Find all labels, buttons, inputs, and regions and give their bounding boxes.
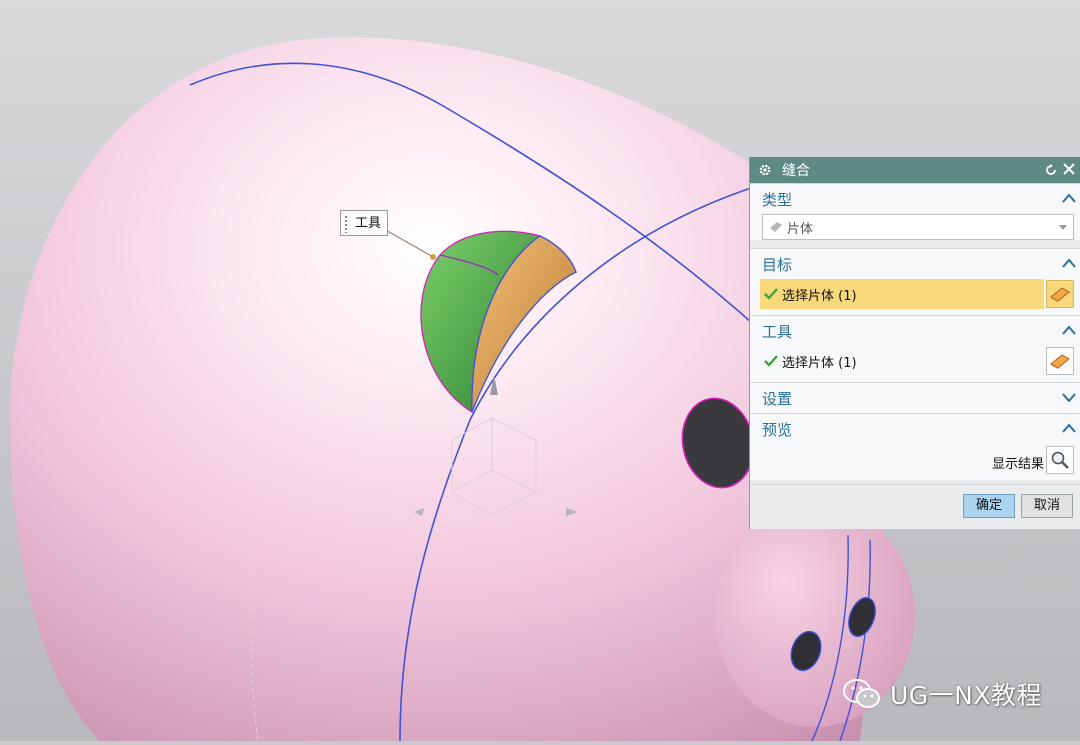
tool-select-label: 选择片体 (1) [782, 355, 857, 371]
target-select-label: 选择片体 (1) [782, 288, 857, 304]
reset-icon[interactable] [1044, 163, 1058, 177]
tool-select-button[interactable] [1046, 347, 1074, 375]
section-type: 类型 片体 [750, 183, 1080, 240]
tool-callout-text: 工具 [355, 216, 382, 231]
chevron-up-icon[interactable] [1062, 193, 1076, 203]
check-icon [764, 355, 778, 367]
grip-icon [344, 215, 348, 233]
wechat-icon [843, 679, 880, 708]
select-sheet-icon [1050, 287, 1070, 302]
section-settings-label: 设置 [762, 389, 793, 408]
sheet-body-icon [770, 222, 782, 232]
watermark-text: UG一NX教程 [890, 681, 1042, 710]
chevron-up-icon[interactable] [1062, 258, 1076, 268]
section-preview-label: 预览 [762, 420, 793, 439]
section-target-label: 目标 [762, 255, 793, 274]
section-tool-label: 工具 [762, 322, 793, 341]
section-type-label: 类型 [762, 190, 793, 209]
sew-dialog: 缝合 类型 片体 目标 选择片体 (1) 工具 选择片体 (1) 设置 预览 显… [749, 157, 1080, 529]
chevron-up-icon[interactable] [1062, 325, 1076, 335]
section-target-header[interactable]: 目标 [750, 249, 1080, 279]
magnifier-icon [1051, 451, 1069, 469]
watermark: UG一NX教程 [842, 672, 1042, 716]
ok-button[interactable]: 确定 [963, 494, 1015, 518]
tool-select-row[interactable]: 选择片体 (1) [760, 346, 1074, 376]
section-settings-header[interactable]: 设置 [750, 383, 1080, 413]
cancel-button[interactable]: 取消 [1021, 494, 1073, 518]
tool-callout-label: 工具 [340, 210, 389, 236]
show-result-row: 显示结果 [750, 444, 1080, 480]
dialog-title: 缝合 [782, 163, 810, 179]
chevron-down-icon [1059, 225, 1067, 230]
section-tool-header[interactable]: 工具 [750, 316, 1080, 346]
close-icon[interactable] [1062, 162, 1076, 176]
show-result-label: 显示结果 [991, 457, 1044, 472]
section-preview: 预览 显示结果 [750, 413, 1080, 480]
dialog-titlebar[interactable]: 缝合 [750, 157, 1080, 183]
type-dropdown[interactable]: 片体 [762, 214, 1074, 240]
gear-icon [759, 164, 771, 176]
target-select-button[interactable] [1046, 280, 1074, 308]
show-result-button[interactable] [1046, 446, 1074, 474]
chevron-up-icon[interactable] [1062, 423, 1076, 433]
check-icon [764, 288, 778, 300]
section-tool: 工具 选择片体 (1) [750, 315, 1080, 382]
target-select-row[interactable]: 选择片体 (1) [760, 279, 1044, 309]
chevron-down-icon[interactable] [1062, 392, 1076, 402]
dialog-footer: 确定 取消 [750, 484, 1080, 529]
section-target: 目标 选择片体 (1) [750, 248, 1080, 315]
section-preview-header[interactable]: 预览 [750, 414, 1080, 444]
select-sheet-icon [1050, 354, 1070, 369]
section-type-header[interactable]: 类型 [750, 184, 1080, 214]
section-settings: 设置 [750, 382, 1080, 413]
type-dropdown-value: 片体 [787, 221, 814, 237]
